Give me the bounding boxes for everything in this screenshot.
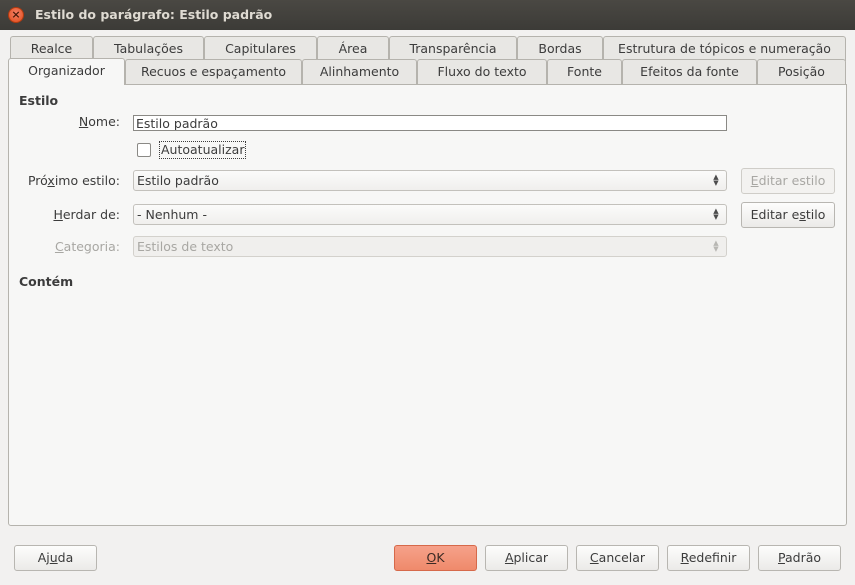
next-style-select[interactable]: Estilo padrão ▲ ▼ [133, 170, 727, 191]
window-title: Estilo do parágrafo: Estilo padrão [35, 7, 273, 22]
tab-bordas[interactable]: Bordas [517, 36, 603, 61]
name-input[interactable] [133, 115, 727, 131]
tab-recuos-espacamento[interactable]: Recuos e espaçamento [125, 59, 302, 84]
edit-style-inherit-button[interactable]: Editar estilo [741, 202, 835, 228]
ok-button[interactable]: OK [394, 545, 477, 571]
reset-button[interactable]: Redefinir [667, 545, 750, 571]
tab-posicao[interactable]: Posição [757, 59, 846, 84]
tab-transparencia[interactable]: Transparência [389, 36, 517, 61]
up-down-spin-icon: ▲ ▼ [713, 173, 719, 187]
help-button[interactable]: Ajuda [14, 545, 97, 571]
cancel-button[interactable]: Cancelar [576, 545, 659, 571]
tab-organizador[interactable]: Organizador [8, 58, 125, 85]
autoupdate-checkbox[interactable] [137, 143, 151, 157]
tab-area[interactable]: Área [317, 36, 389, 61]
tab-estrutura-topicos[interactable]: Estrutura de tópicos e numeração [603, 36, 846, 61]
apply-button[interactable]: Aplicar [485, 545, 568, 571]
close-icon[interactable]: × [8, 7, 24, 23]
tab-efeitos-fonte[interactable]: Efeitos da fonte [622, 59, 757, 84]
inherit-value: - Nenhum - [137, 207, 207, 222]
title-bar: × Estilo do parágrafo: Estilo padrão [0, 0, 855, 30]
up-down-spin-icon: ▲ ▼ [713, 207, 719, 221]
tab-capitulares[interactable]: Capitulares [204, 36, 317, 61]
inherit-select[interactable]: - Nenhum - ▲ ▼ [133, 204, 727, 225]
default-button[interactable]: Padrão [758, 545, 841, 571]
tab-fonte[interactable]: Fonte [547, 59, 622, 84]
next-style-value: Estilo padrão [137, 173, 219, 188]
tab-alinhamento[interactable]: Alinhamento [302, 59, 417, 84]
tab-fluxo-texto[interactable]: Fluxo do texto [417, 59, 547, 84]
organizer-panel [8, 84, 847, 526]
